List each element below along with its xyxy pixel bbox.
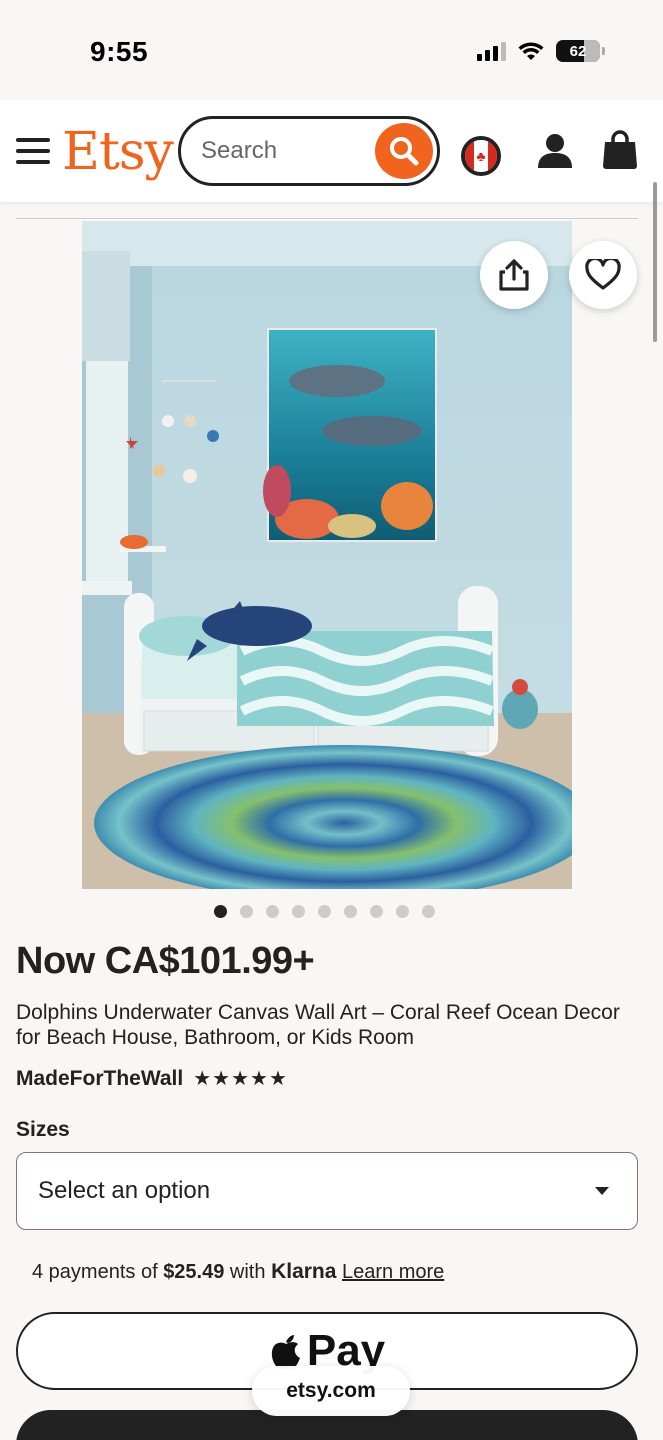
menu-icon[interactable] bbox=[16, 138, 50, 164]
klarna-prefix: 4 payments of bbox=[32, 1261, 158, 1283]
page-scrollbar[interactable] bbox=[653, 182, 657, 342]
klarna-learn-more-link[interactable]: Learn more bbox=[342, 1261, 444, 1283]
search-input[interactable] bbox=[201, 133, 371, 169]
product-title: Dolphins Underwater Canvas Wall Art – Co… bbox=[16, 1001, 620, 1049]
share-icon bbox=[499, 259, 529, 291]
klarna-amount: $25.49 bbox=[163, 1261, 225, 1283]
status-bar: 9:55 62 bbox=[0, 0, 663, 100]
klarna-logo: Klarna bbox=[271, 1260, 337, 1283]
search-box bbox=[178, 116, 440, 186]
image-carousel-dots[interactable] bbox=[214, 905, 435, 918]
carousel-dot[interactable] bbox=[396, 905, 409, 918]
search-button[interactable] bbox=[375, 123, 433, 179]
header-divider bbox=[16, 218, 638, 219]
search-icon bbox=[390, 137, 419, 166]
carousel-dot[interactable] bbox=[318, 905, 331, 918]
battery-icon: 62 bbox=[556, 40, 600, 62]
sizes-select[interactable]: Select an option bbox=[16, 1152, 638, 1230]
wifi-icon bbox=[518, 42, 544, 60]
klarna-with: with bbox=[229, 1261, 266, 1283]
product-price: Now CA$101.99+ bbox=[16, 940, 315, 982]
carousel-dot[interactable] bbox=[422, 905, 435, 918]
favorite-button[interactable] bbox=[569, 241, 637, 309]
rating-stars[interactable]: ★★★★★ bbox=[193, 1066, 288, 1091]
battery-level: 62 bbox=[569, 42, 587, 60]
shop-name-link[interactable]: MadeForTheWall bbox=[16, 1067, 183, 1091]
apple-logo-icon bbox=[271, 1335, 300, 1370]
carousel-dot[interactable] bbox=[292, 905, 305, 918]
shopping-bag-icon[interactable] bbox=[602, 130, 638, 170]
share-button[interactable] bbox=[480, 241, 548, 309]
carousel-dot[interactable] bbox=[370, 905, 383, 918]
caret-down-icon bbox=[595, 1187, 609, 1195]
account-icon[interactable] bbox=[536, 132, 574, 170]
sizes-select-value: Select an option bbox=[38, 1177, 211, 1204]
klarna-installments: 4 payments of $25.49 with Klarna Learn m… bbox=[32, 1260, 444, 1284]
battery-tip bbox=[602, 47, 605, 55]
status-icons: 62 bbox=[477, 40, 605, 62]
sizes-label: Sizes bbox=[16, 1118, 70, 1141]
carousel-dot-active[interactable] bbox=[214, 905, 227, 918]
heart-icon bbox=[585, 259, 621, 290]
site-header: Etsy ♣ bbox=[0, 100, 663, 202]
canada-flag-icon[interactable]: ♣ bbox=[461, 136, 501, 176]
cellular-signal-icon bbox=[477, 41, 506, 61]
browser-url-bar[interactable]: etsy.com bbox=[252, 1366, 410, 1416]
status-time: 9:55 bbox=[90, 36, 149, 67]
shop-row: MadeForTheWall ★★★★★ bbox=[16, 1066, 288, 1091]
carousel-dot[interactable] bbox=[266, 905, 279, 918]
carousel-dot[interactable] bbox=[240, 905, 253, 918]
product-image[interactable] bbox=[82, 221, 572, 889]
etsy-logo[interactable]: Etsy bbox=[62, 122, 174, 182]
carousel-dot[interactable] bbox=[344, 905, 357, 918]
